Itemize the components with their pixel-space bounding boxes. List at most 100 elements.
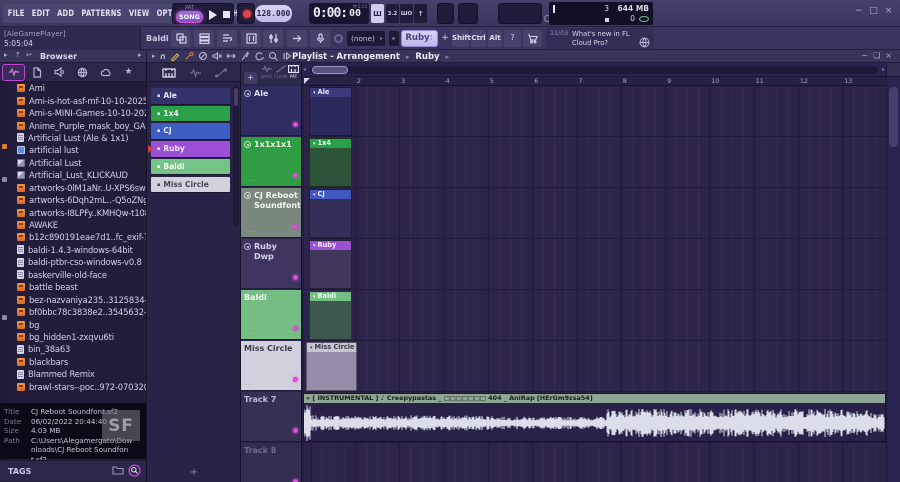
vscroll-thumb[interactable]: [889, 87, 898, 147]
browser-item[interactable]: bez-nazvaniya235..3125834-tcrsgq6b: [9, 293, 146, 305]
select-tool-icon[interactable]: [254, 51, 265, 61]
playlist-crumb[interactable]: Ruby: [415, 52, 439, 62]
browser-item[interactable]: bin_38a63: [9, 343, 146, 355]
picker-add-button[interactable]: +: [148, 467, 240, 478]
pattern-prev-button[interactable]: ▸: [389, 31, 399, 46]
mute-tool-icon[interactable]: [212, 51, 222, 61]
tab-cloud[interactable]: [94, 64, 117, 81]
track-status-led[interactable]: [293, 173, 298, 178]
track-header-baldi[interactable]: Baldi ···: [241, 290, 301, 340]
blend-notes-button[interactable]: ШО: [400, 4, 413, 23]
browser-item[interactable]: Artificial Lust (Ale & 1x1): [9, 132, 146, 144]
browser-item[interactable]: Ami: [9, 82, 146, 94]
timeline-ruler[interactable]: 2 3 4 5 6 7 8 9 10 11 12 13: [302, 77, 886, 86]
playback-tool-icon[interactable]: [282, 51, 292, 61]
close-button[interactable]: ×: [883, 6, 894, 16]
search-icon[interactable]: [128, 464, 141, 477]
playlist-clip-ruby[interactable]: ▾ Ruby: [309, 240, 352, 289]
track-status-led[interactable]: [293, 122, 298, 127]
picker-panel-button[interactable]: [171, 30, 191, 47]
playhead-marker[interactable]: [304, 78, 310, 84]
playlist-minimize-icon[interactable]: −: [861, 51, 868, 60]
track-status-led[interactable]: [293, 428, 298, 433]
controller-dropdown[interactable]: (none) ▸: [347, 31, 385, 46]
browser-item[interactable]: Ami-is-hot-asf-mf-10-10-2025: [9, 94, 146, 106]
browser-item[interactable]: Artificial_Lust_KLICKAUD: [9, 169, 146, 181]
picker-clip-ale[interactable]: ▪ Ale: [151, 88, 230, 104]
track-status-led[interactable]: [293, 275, 298, 280]
browser-item[interactable]: baldi-ptbr-cso-windows-v0.8: [9, 256, 146, 268]
clip-menu-icon[interactable]: ▾: [313, 90, 316, 96]
browser-item[interactable]: AWAKE: [9, 219, 146, 231]
hscroll-thumb[interactable]: [312, 66, 348, 74]
playlist-clip-baldi[interactable]: ▾ Baldi: [309, 291, 352, 340]
tab-favorites[interactable]: ★: [117, 64, 140, 81]
playlist-clip-miss-circle[interactable]: ▾ Miss Circle: [306, 342, 357, 391]
scroll-right-icon[interactable]: ▸: [882, 66, 885, 73]
browser-item[interactable]: bg_hidden1-zxqvu6ti: [9, 331, 146, 343]
picker-clip-1x4[interactable]: ▪ 1x4: [151, 105, 230, 122]
track-mode-icon[interactable]: [244, 141, 251, 148]
piano-roll-button[interactable]: [217, 30, 237, 47]
pattern-selector[interactable]: Ruby:: [401, 30, 438, 47]
record-button[interactable]: [243, 10, 251, 18]
menu-patterns[interactable]: PATTERNS: [81, 9, 121, 19]
picker-clip-ruby[interactable]: ▪ Ruby: [151, 141, 230, 157]
track-status-led[interactable]: [293, 326, 298, 331]
menu-view[interactable]: VIEW: [129, 9, 150, 19]
browser-item[interactable]: battle beast: [9, 281, 146, 293]
clip-menu-icon[interactable]: ▾: [313, 141, 316, 147]
browser-item[interactable]: baskerville-old-face: [9, 269, 146, 281]
slip-tool-icon[interactable]: [226, 51, 236, 61]
time-display[interactable]: 0:00: 00 M:S:CS: [309, 3, 369, 24]
track-mode-icon[interactable]: [244, 243, 251, 250]
countdown-button[interactable]: 3.2: [386, 4, 399, 23]
browser-item[interactable]: b12c890191eae7d1..fc_exif-7rftimuw: [9, 231, 146, 243]
track-header-1x1x1x1[interactable]: 1x1x1x1 ···: [241, 137, 301, 187]
browser-item[interactable]: Anime_Purple_mask_boy_GALACTIC: [9, 119, 146, 131]
picker-clip-miss-circle[interactable]: ▪ Miss Circle: [151, 176, 230, 192]
play-button[interactable]: [209, 10, 217, 20]
playlist-grid[interactable]: ◂ ▸ 2 3 4 5 6 7 8 9 10 11 12 13 ▾ Ale ▾ 1x4 ▾ CJ ▾ Ruby ▾ Ba…: [302, 63, 886, 482]
playlist-clip-cj[interactable]: ▾ CJ: [309, 189, 352, 238]
delete-tool-icon[interactable]: [198, 51, 208, 61]
track-header-miss-circle[interactable]: Miss Circle ···: [241, 341, 301, 391]
picker-tab-patterns[interactable]: [162, 63, 176, 82]
picker-tab-automation[interactable]: [214, 63, 227, 82]
playlist-clip-1x4[interactable]: ▾ 1x4: [309, 138, 352, 187]
paint-tool-icon[interactable]: [184, 51, 194, 61]
clip-menu-icon[interactable]: ▾: [313, 243, 316, 249]
clip-menu-icon[interactable]: ▾: [310, 345, 313, 351]
track-header-track-7[interactable]: Track 7: [241, 392, 301, 442]
alt-key-button[interactable]: Alt: [488, 30, 502, 47]
one-click-record-button[interactable]: [287, 30, 307, 47]
shop-button[interactable]: [523, 30, 542, 47]
audio-record-button[interactable]: [310, 30, 330, 47]
track-header-cj-reboot-soundfont[interactable]: CJ Reboot Soundfont ···: [241, 188, 301, 238]
picker-clip-baldi[interactable]: ▪ Baldi: [151, 158, 230, 175]
draw-tool-icon[interactable]: [170, 51, 180, 61]
ctrl-key-button[interactable]: Ctrl: [471, 30, 486, 47]
track-mode-icon[interactable]: [244, 192, 251, 199]
zoom-tool-icon[interactable]: [268, 51, 278, 61]
browser-collapse-icon[interactable]: ▸: [138, 51, 142, 59]
track-status-led[interactable]: [293, 224, 298, 229]
browser-item[interactable]: bf0bbc78c3838e2..3545632-vg3udj2x: [9, 306, 146, 318]
tab-globe[interactable]: [71, 64, 94, 81]
clip-menu-icon[interactable]: ▾: [313, 192, 316, 198]
tab-pat[interactable]: PAT: [286, 65, 301, 79]
browser-item[interactable]: artworks-I8LPFy..KMHQw-t1080x1080: [9, 206, 146, 218]
clip-menu-icon[interactable]: ▾: [313, 294, 316, 300]
browser-up-icon[interactable]: ↑: [15, 51, 21, 59]
browser-item[interactable]: blackbars: [9, 356, 146, 368]
minimize-button[interactable]: −: [853, 6, 864, 16]
selected-channel-label[interactable]: Baldi: [146, 34, 169, 43]
browser-back-icon[interactable]: ↩: [26, 51, 32, 59]
browser-item[interactable]: baldi-1.4.3-windows-64bit: [9, 244, 146, 256]
browser-item[interactable]: Ami-s-MINI-Games-10-10-2025: [9, 107, 146, 119]
horizontal-scrollbar[interactable]: ◂ ▸: [302, 63, 886, 77]
browser-item[interactable]: brawl-stars--poc..972-070320212145: [9, 381, 146, 393]
picker-clip-cj[interactable]: ▪ CJ: [151, 123, 230, 139]
menu-file[interactable]: FILE: [8, 9, 25, 19]
slice-tool-icon[interactable]: [240, 51, 250, 61]
